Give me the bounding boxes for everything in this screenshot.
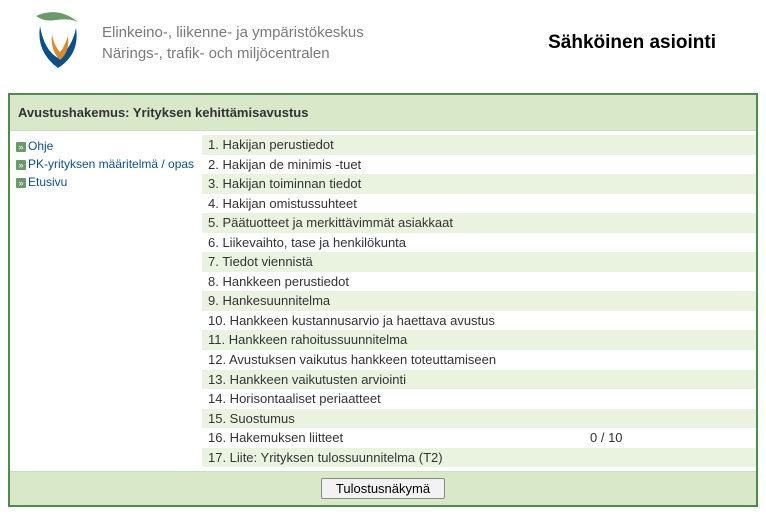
list-item[interactable]: 13. Hankkeen vaikutusten arviointi [202,370,756,390]
list-item[interactable]: 2. Hakijan de minimis -tuet [202,155,756,175]
list-item[interactable]: 12. Avustuksen vaikutus hankkeen toteutt… [202,350,756,370]
main-container: Avustushakemus: Yrityksen kehittämisavus… [8,93,758,507]
header: Elinkeino-, liikenne- ja ympäristökeskus… [0,0,766,85]
chevron-icon: » [16,178,26,188]
sidebar: »Ohje »PK-yrityksen määritelmä / opas »E… [10,131,202,471]
sidebar-item-guide[interactable]: »PK-yrityksen määritelmä / opas [16,155,196,173]
list-item[interactable]: 7. Tiedot viennistä [202,252,756,272]
attachment-count: 0 / 10 [540,429,750,447]
logo [30,10,88,75]
list-item[interactable]: 16. Hakemuksen liitteet 0 / 10 [202,428,756,448]
list-item[interactable]: 8. Hankkeen perustiedot [202,272,756,292]
list-item[interactable]: 14. Horisontaaliset periaatteet [202,389,756,409]
app-title: Sähköinen asiointi [548,32,746,54]
sidebar-link[interactable]: PK-yrityksen määritelmä / opas [28,157,194,171]
section-list: 1. Hakijan perustiedot 2. Hakijan de min… [202,131,756,471]
list-item[interactable]: 17. Liite: Yrityksen tulossuunnitelma (T… [202,448,756,468]
org-name: Elinkeino-, liikenne- ja ympäristökeskus… [102,22,548,64]
sidebar-link[interactable]: Etusivu [28,175,67,189]
list-item[interactable]: 4. Hakijan omistussuhteet [202,194,756,214]
form-title: Avustushakemus: Yrityksen kehittämisavus… [10,95,756,130]
list-item[interactable]: 5. Päätuotteet ja merkittävimmät asiakka… [202,213,756,233]
sidebar-item-home[interactable]: »Etusivu [16,173,196,191]
org-line-2: Närings-, trafik- och miljöcentralen [102,43,548,64]
chevron-icon: » [16,142,26,152]
print-view-button[interactable]: Tulostusnäkymä [321,478,445,499]
footer: Tulostusnäkymä [10,472,756,505]
list-item[interactable]: 6. Liikevaihto, tase ja henkilökunta [202,233,756,253]
sidebar-link[interactable]: Ohje [28,139,53,153]
org-line-1: Elinkeino-, liikenne- ja ympäristökeskus [102,22,548,43]
list-item[interactable]: 1. Hakijan perustiedot [202,135,756,155]
list-item[interactable]: 15. Suostumus [202,409,756,429]
sidebar-item-help[interactable]: »Ohje [16,137,196,155]
list-item[interactable]: 9. Hankesuunnitelma [202,291,756,311]
list-item[interactable]: 10. Hankkeen kustannusarvio ja haettava … [202,311,756,331]
chevron-icon: » [16,160,26,170]
list-item[interactable]: 3. Hakijan toiminnan tiedot [202,174,756,194]
list-item[interactable]: 11. Hankkeen rahoitussuunnitelma [202,330,756,350]
